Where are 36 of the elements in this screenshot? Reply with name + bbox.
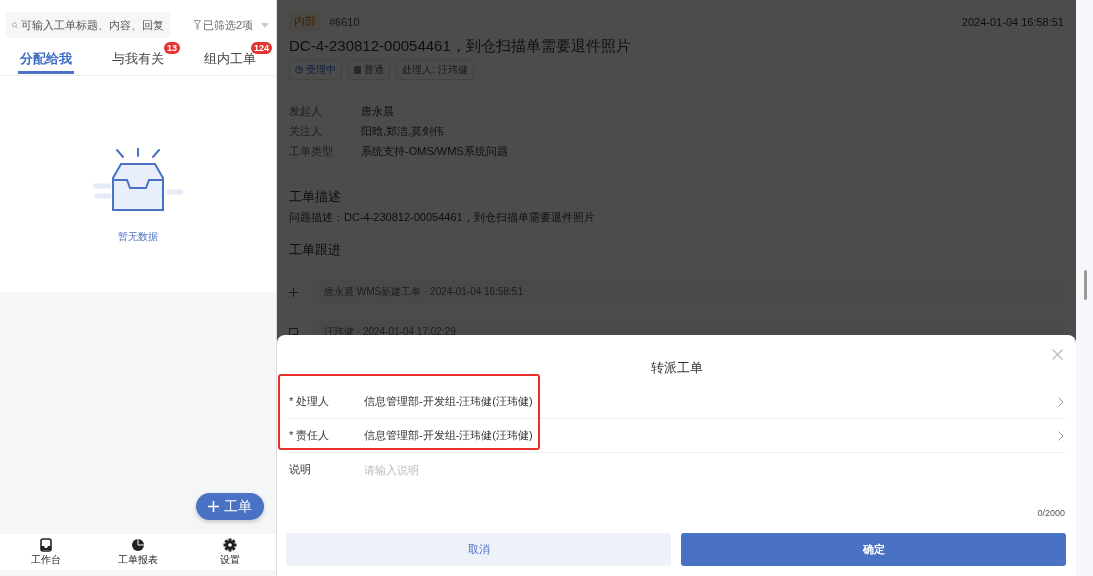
cancel-button[interactable]: 取消 bbox=[286, 533, 671, 566]
pie-chart-icon bbox=[131, 538, 145, 552]
plus-icon bbox=[208, 501, 219, 512]
new-ticket-button[interactable]: 工单 bbox=[196, 493, 264, 520]
close-button[interactable] bbox=[1052, 349, 1063, 360]
nav-item[interactable]: 设置 bbox=[200, 534, 260, 570]
inbox-icon bbox=[39, 538, 53, 552]
settings-icon bbox=[223, 538, 237, 552]
nav-item[interactable]: 工作台 bbox=[16, 534, 76, 570]
input-field[interactable]: 请输入说明 bbox=[364, 463, 1064, 476]
chevron-right-icon bbox=[1058, 430, 1064, 441]
empty-message: 暂无数据 bbox=[118, 230, 158, 244]
char-counter: 0/2000 bbox=[1036, 508, 1065, 518]
nav-item[interactable]: 工单报表 bbox=[108, 534, 168, 570]
tab[interactable]: 组内工单 124 bbox=[202, 42, 272, 74]
field-label: * 责任人 bbox=[289, 428, 331, 443]
confirm-button[interactable]: 确定 bbox=[681, 533, 1066, 566]
search-field[interactable]: 可输入工单标题、内容、回复 bbox=[6, 12, 170, 38]
sheet-title: 转派工单 bbox=[649, 359, 704, 377]
field-label: * 处理人 bbox=[289, 394, 331, 409]
ticket-time: 2024-01-04 16:58:51 bbox=[961, 15, 1064, 28]
count-badge: 124 bbox=[250, 42, 272, 54]
select-value[interactable]: 信息管理部-开发组-汪玮健(汪玮健) bbox=[364, 428, 1058, 443]
search-icon bbox=[12, 19, 18, 31]
count-badge: 13 bbox=[164, 42, 180, 54]
scrollbar[interactable] bbox=[1084, 270, 1087, 300]
select-value[interactable]: 信息管理部-开发组-汪玮健(汪玮健) bbox=[364, 394, 1058, 409]
ticket-title: DC-4-230812-00054461，到仓扫描单需要退件照片 bbox=[289, 37, 632, 56]
field-label: 说明 bbox=[289, 462, 312, 477]
chevron-right-icon bbox=[1058, 396, 1064, 407]
funnel-icon bbox=[194, 20, 201, 30]
filter-button[interactable]: 已筛选2项 bbox=[194, 17, 254, 33]
caret-icon bbox=[261, 22, 270, 28]
section-heading: 工单描述 bbox=[289, 188, 342, 206]
tab[interactable]: 与我有关 13 bbox=[110, 42, 180, 74]
close-icon bbox=[1052, 349, 1063, 360]
